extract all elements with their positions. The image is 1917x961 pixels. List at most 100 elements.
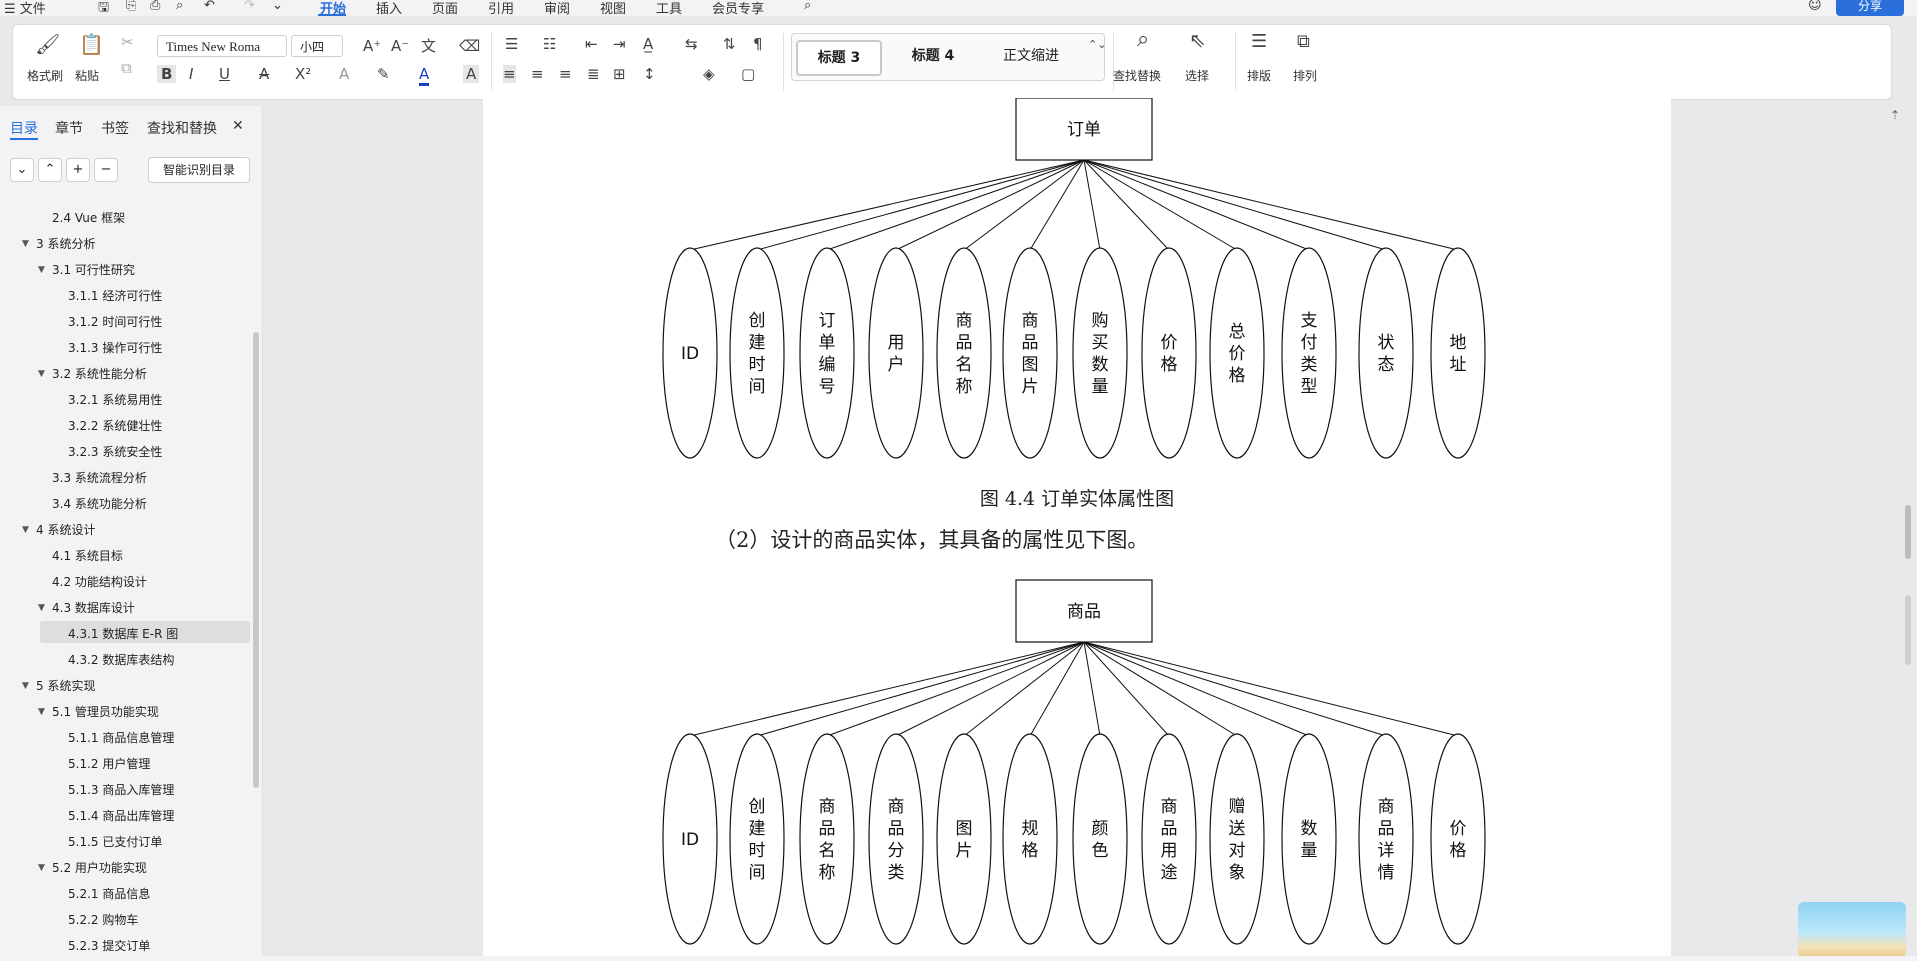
chinese-layout-icon[interactable]: A̲ bbox=[643, 35, 653, 53]
toc-item[interactable]: 3.1.3 操作可行性 bbox=[68, 337, 162, 359]
cut-icon[interactable]: ✂ bbox=[121, 33, 134, 51]
toc-item[interactable]: 5.1.1 商品信息管理 bbox=[68, 727, 174, 749]
format-painter-icon[interactable]: 🖌 bbox=[35, 34, 60, 54]
export-icon[interactable]: ⎘ bbox=[126, 0, 136, 13]
toc-item[interactable]: 5.2.3 提交订单 bbox=[68, 935, 150, 957]
toc-item[interactable]: 5.1.5 已支付订单 bbox=[68, 831, 162, 853]
font-color-icon[interactable]: A bbox=[419, 65, 430, 86]
toc-item[interactable]: 5.2.2 购物车 bbox=[68, 909, 138, 931]
toc-item[interactable]: 4.3.2 数据库表结构 bbox=[68, 649, 174, 671]
toc-item[interactable]: 5.1 管理员功能实现 bbox=[52, 701, 159, 723]
format-painter-button[interactable]: 格式刷 bbox=[27, 67, 63, 84]
toc-item[interactable]: 3.2.2 系统健壮性 bbox=[68, 415, 162, 437]
quick-access-chevron-icon[interactable]: ⌄ bbox=[272, 0, 283, 13]
style-body-indent[interactable]: 正文缩进 bbox=[988, 40, 1074, 72]
tab-find-replace[interactable]: 查找和替换 bbox=[147, 118, 217, 138]
redo-icon[interactable]: ↷ bbox=[244, 0, 255, 13]
sort-icon[interactable]: ⇅ bbox=[723, 35, 736, 53]
tab-member[interactable]: 会员专享 bbox=[712, 0, 764, 17]
tab-toc[interactable]: 目录 bbox=[10, 118, 38, 138]
select-cursor-icon[interactable]: ⇖ bbox=[1189, 30, 1206, 50]
decrease-indent-icon[interactable]: ⇤ bbox=[585, 35, 598, 53]
search-icon[interactable]: ⌕ bbox=[804, 0, 811, 13]
text-effect-icon[interactable]: A bbox=[339, 65, 349, 83]
increase-indent-icon[interactable]: ⇥ bbox=[613, 35, 626, 53]
save-icon[interactable]: 🖫 bbox=[98, 0, 109, 20]
toc-item[interactable]: 4.3.1 数据库 E-R 图 bbox=[68, 623, 178, 645]
toc-item[interactable]: 4.1 系统目标 bbox=[52, 545, 123, 567]
select-button[interactable]: 选择 bbox=[1185, 67, 1209, 84]
superscript-icon[interactable]: X² bbox=[295, 65, 311, 83]
toc-collapse-icon[interactable]: ▼ bbox=[38, 369, 45, 379]
collapse-all-icon[interactable]: ⌄ bbox=[10, 158, 34, 182]
toc-item[interactable]: 3.2 系统性能分析 bbox=[52, 363, 147, 385]
toc-item[interactable]: 3.3 系统流程分析 bbox=[52, 467, 147, 489]
toc-item[interactable]: 5.1.4 商品出库管理 bbox=[68, 805, 174, 827]
shading-icon[interactable]: ◈ bbox=[703, 65, 715, 83]
nav-scrollbar[interactable] bbox=[253, 332, 259, 788]
underline-icon[interactable]: U bbox=[219, 65, 230, 83]
arrange-button[interactable]: 排列 bbox=[1293, 67, 1317, 84]
grow-font-icon[interactable]: A⁺ bbox=[363, 37, 381, 55]
file-menu[interactable]: ☰ 文件 bbox=[4, 0, 46, 17]
toc-item[interactable]: 5.1.2 用户管理 bbox=[68, 753, 150, 775]
line-spacing-icon[interactable]: ↕ bbox=[643, 65, 656, 83]
add-heading-icon[interactable]: + bbox=[66, 158, 90, 182]
numbering-icon[interactable]: ☷ bbox=[543, 35, 556, 53]
toc-item[interactable]: 3 系统分析 bbox=[36, 233, 95, 255]
justify-icon[interactable]: ≣ bbox=[587, 65, 600, 83]
share-button[interactable]: 分享 bbox=[1836, 0, 1904, 16]
toc-item[interactable]: 5.2 用户功能实现 bbox=[52, 857, 147, 879]
toc-item[interactable]: 4.2 功能结构设计 bbox=[52, 571, 147, 593]
floating-widget[interactable] bbox=[1798, 902, 1906, 958]
toc-item[interactable]: 3.2.1 系统易用性 bbox=[68, 389, 162, 411]
bullets-icon[interactable]: ☰ bbox=[505, 35, 518, 53]
copy-icon[interactable]: ⧉ bbox=[121, 59, 132, 77]
toc-collapse-icon[interactable]: ▼ bbox=[38, 603, 45, 613]
tab-references[interactable]: 引用 bbox=[488, 0, 514, 17]
toc-collapse-icon[interactable]: ▼ bbox=[22, 525, 29, 535]
find-icon[interactable]: ⌕ bbox=[1137, 29, 1149, 51]
layout-button[interactable]: 排版 bbox=[1247, 67, 1271, 84]
toc-item[interactable]: 3.4 系统功能分析 bbox=[52, 493, 147, 515]
expand-up-icon[interactable]: ⌃ bbox=[38, 158, 62, 182]
undo-icon[interactable]: ↶ bbox=[204, 0, 215, 13]
strikethrough-icon[interactable]: A bbox=[259, 65, 269, 83]
char-shading-icon[interactable]: A bbox=[463, 65, 480, 83]
paste-icon[interactable]: 📋 bbox=[79, 34, 104, 54]
scrollbar-thumb-secondary[interactable] bbox=[1905, 595, 1911, 665]
tab-bookmarks[interactable]: 书签 bbox=[101, 118, 129, 138]
print-preview-icon[interactable]: ⌕ bbox=[176, 0, 183, 13]
align-center-icon[interactable]: ≡ bbox=[531, 65, 544, 83]
tab-page[interactable]: 页面 bbox=[432, 0, 458, 17]
toc-collapse-icon[interactable]: ▼ bbox=[22, 681, 29, 691]
style-heading4[interactable]: 标题 4 bbox=[892, 40, 974, 72]
print-icon[interactable]: ⎙ bbox=[150, 0, 160, 13]
align-right-icon[interactable]: ≡ bbox=[559, 65, 572, 83]
italic-icon[interactable]: I bbox=[189, 65, 193, 83]
toc-collapse-icon[interactable]: ▼ bbox=[22, 239, 29, 249]
bold-icon[interactable]: B bbox=[157, 65, 177, 83]
arrange-icon[interactable]: ⧉ bbox=[1297, 33, 1310, 51]
toc-collapse-icon[interactable]: ▼ bbox=[38, 265, 45, 275]
toc-item[interactable]: 5 系统实现 bbox=[36, 675, 95, 697]
remove-heading-icon[interactable]: − bbox=[94, 158, 118, 182]
tab-tools[interactable]: 工具 bbox=[656, 0, 682, 17]
layout-icon[interactable]: ☰ bbox=[1251, 33, 1267, 51]
highlight-icon[interactable]: ✎ bbox=[377, 65, 390, 83]
tab-chapters[interactable]: 章节 bbox=[55, 118, 83, 138]
close-panel-icon[interactable]: ✕ bbox=[232, 118, 244, 134]
chat-icon[interactable]: ☺ bbox=[1808, 0, 1822, 13]
tab-view[interactable]: 视图 bbox=[600, 0, 626, 17]
tab-review[interactable]: 审阅 bbox=[544, 0, 570, 17]
paste-button[interactable]: 粘贴 bbox=[75, 67, 99, 84]
scroll-up-icon[interactable]: ⇡ bbox=[1890, 108, 1900, 122]
font-size-select[interactable]: 小四 bbox=[291, 35, 343, 57]
phonetic-icon[interactable]: 文 bbox=[421, 37, 436, 55]
toc-item[interactable]: 2.4 Vue 框架 bbox=[52, 207, 125, 229]
smart-toc-button[interactable]: 智能识别目录 bbox=[148, 157, 250, 183]
toc-item[interactable]: 4.3 数据库设计 bbox=[52, 597, 135, 619]
toc-item[interactable]: 5.1.3 商品入库管理 bbox=[68, 779, 174, 801]
find-replace-button[interactable]: 查找替换 bbox=[1113, 67, 1161, 84]
align-left-icon[interactable]: ≡ bbox=[503, 65, 516, 83]
